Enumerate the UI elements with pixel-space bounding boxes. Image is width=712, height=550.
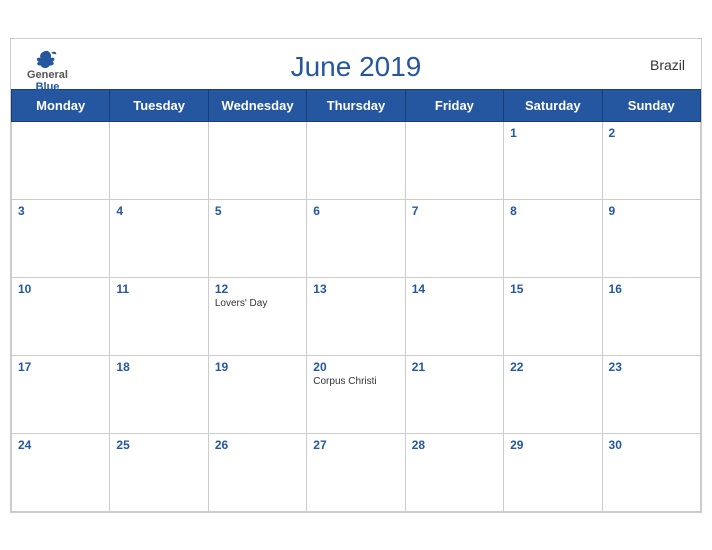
calendar-day-cell: 12 Lovers' Day	[208, 277, 306, 355]
calendar-day-cell: 30	[602, 433, 700, 511]
calendar-day-cell: 29	[504, 433, 602, 511]
calendar-day-cell: 8	[504, 199, 602, 277]
logo-general-text: General	[27, 69, 68, 81]
calendar-day-cell: 21	[405, 355, 503, 433]
logo-blue-text: Blue	[36, 81, 60, 93]
event-label: Corpus Christi	[313, 376, 398, 387]
calendar-title: June 2019	[291, 51, 422, 83]
calendar-day-cell: 9	[602, 199, 700, 277]
day-number: 16	[609, 282, 694, 296]
calendar-week-row: 17 18 19 20 Corpus Christi 21 22 23	[12, 355, 701, 433]
day-number: 10	[18, 282, 103, 296]
calendar-day-cell: 3	[12, 199, 110, 277]
calendar-week-row: 12	[12, 121, 701, 199]
calendar-day-cell: 28	[405, 433, 503, 511]
calendar-day-cell: 27	[307, 433, 405, 511]
day-number: 28	[412, 438, 497, 452]
weekday-header-thursday: Thursday	[307, 89, 405, 121]
weekday-header-tuesday: Tuesday	[110, 89, 208, 121]
day-number: 24	[18, 438, 103, 452]
day-number: 26	[215, 438, 300, 452]
day-number: 21	[412, 360, 497, 374]
day-number: 1	[510, 126, 595, 140]
calendar-day-cell: 18	[110, 355, 208, 433]
day-number: 12	[215, 282, 300, 296]
calendar-day-cell	[405, 121, 503, 199]
calendar-day-cell: 6	[307, 199, 405, 277]
day-number: 13	[313, 282, 398, 296]
logo-bird-icon	[33, 49, 61, 69]
day-number: 4	[116, 204, 201, 218]
day-number: 18	[116, 360, 201, 374]
day-number: 25	[116, 438, 201, 452]
calendar: General Blue June 2019 Brazil MondayTues…	[10, 38, 702, 513]
calendar-day-cell	[12, 121, 110, 199]
calendar-day-cell: 1	[504, 121, 602, 199]
calendar-day-cell: 23	[602, 355, 700, 433]
day-number: 2	[609, 126, 694, 140]
calendar-day-cell: 5	[208, 199, 306, 277]
day-number: 3	[18, 204, 103, 218]
calendar-day-cell: 22	[504, 355, 602, 433]
calendar-week-row: 3456789	[12, 199, 701, 277]
day-number: 17	[18, 360, 103, 374]
calendar-day-cell: 7	[405, 199, 503, 277]
weekday-header-sunday: Sunday	[602, 89, 700, 121]
day-number: 11	[116, 282, 201, 296]
weekday-header-monday: Monday	[12, 89, 110, 121]
calendar-day-cell	[307, 121, 405, 199]
event-label: Lovers' Day	[215, 298, 300, 309]
day-number: 9	[609, 204, 694, 218]
country-label: Brazil	[650, 57, 685, 73]
calendar-day-cell: 17	[12, 355, 110, 433]
day-number: 29	[510, 438, 595, 452]
calendar-day-cell: 2	[602, 121, 700, 199]
day-number: 20	[313, 360, 398, 374]
day-number: 8	[510, 204, 595, 218]
calendar-week-row: 10 11 12 Lovers' Day 13 14 15 16	[12, 277, 701, 355]
day-number: 23	[609, 360, 694, 374]
logo: General Blue	[27, 49, 68, 93]
calendar-day-cell: 25	[110, 433, 208, 511]
day-number: 27	[313, 438, 398, 452]
calendar-day-cell: 4	[110, 199, 208, 277]
calendar-day-cell: 15	[504, 277, 602, 355]
calendar-day-cell: 16	[602, 277, 700, 355]
calendar-day-cell: 26	[208, 433, 306, 511]
day-number: 5	[215, 204, 300, 218]
calendar-day-cell: 11	[110, 277, 208, 355]
day-number: 19	[215, 360, 300, 374]
day-number: 22	[510, 360, 595, 374]
calendar-day-cell: 20 Corpus Christi	[307, 355, 405, 433]
calendar-day-cell	[110, 121, 208, 199]
calendar-day-cell	[208, 121, 306, 199]
weekday-header-friday: Friday	[405, 89, 503, 121]
calendar-day-cell: 10	[12, 277, 110, 355]
day-number: 6	[313, 204, 398, 218]
day-number: 14	[412, 282, 497, 296]
calendar-day-cell: 19	[208, 355, 306, 433]
day-number: 7	[412, 204, 497, 218]
calendar-day-cell: 13	[307, 277, 405, 355]
calendar-table: MondayTuesdayWednesdayThursdayFridaySatu…	[11, 89, 701, 512]
calendar-day-cell: 14	[405, 277, 503, 355]
calendar-header: General Blue June 2019 Brazil	[11, 39, 701, 89]
calendar-week-row: 24 25 26 27 28 29 30	[12, 433, 701, 511]
day-number: 15	[510, 282, 595, 296]
weekday-header-saturday: Saturday	[504, 89, 602, 121]
day-number: 30	[609, 438, 694, 452]
weekday-header-row: MondayTuesdayWednesdayThursdayFridaySatu…	[12, 89, 701, 121]
calendar-day-cell: 24	[12, 433, 110, 511]
weekday-header-wednesday: Wednesday	[208, 89, 306, 121]
